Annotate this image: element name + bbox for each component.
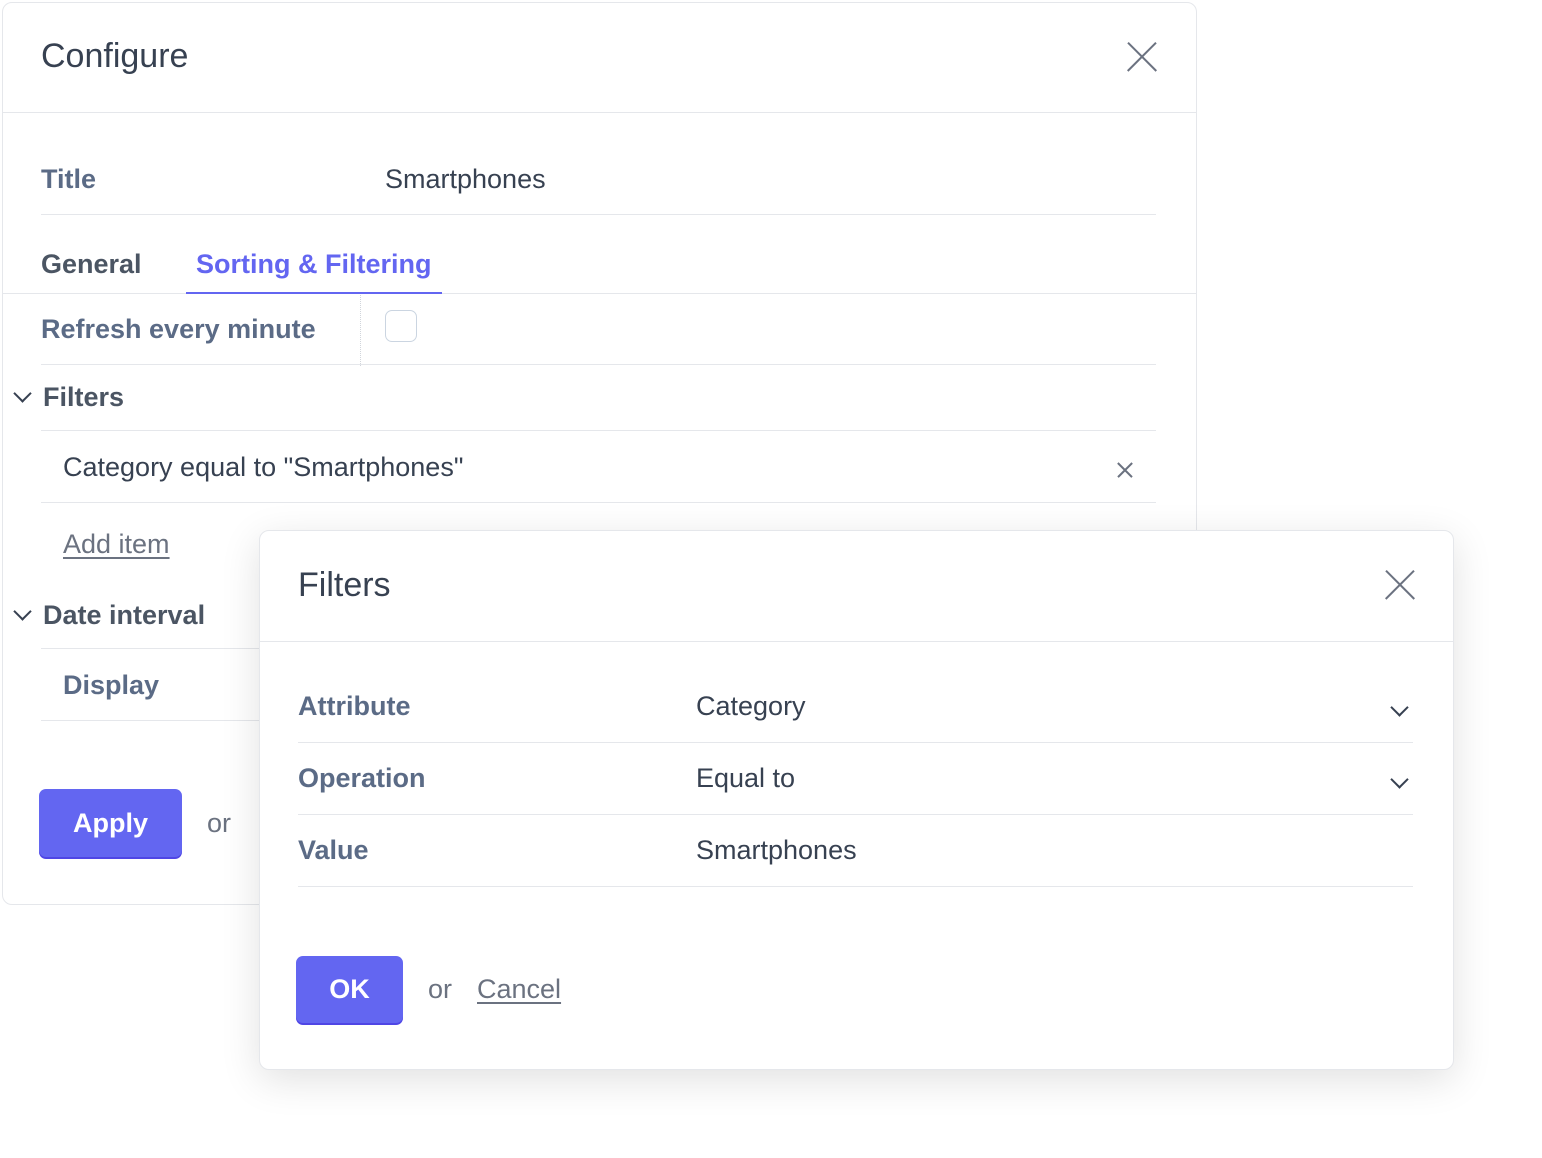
divider <box>41 364 1156 365</box>
chevron-down-icon <box>13 388 33 408</box>
chevron-down-icon[interactable] <box>1389 775 1409 795</box>
filters-dialog-header: Filters <box>260 531 1453 642</box>
date-interval-section-toggle[interactable]: Date interval <box>13 600 205 631</box>
divider <box>298 814 1413 815</box>
close-icon[interactable] <box>1383 568 1417 602</box>
divider <box>41 214 1156 215</box>
ok-button[interactable]: OK <box>296 956 403 1023</box>
date-interval-label: Date interval <box>43 600 206 630</box>
configure-title: Configure <box>41 37 189 75</box>
refresh-label: Refresh every minute <box>41 314 316 344</box>
filters-dialog: Filters Attribute Category Operation Equ… <box>259 530 1454 1070</box>
attribute-select[interactable]: Category <box>696 691 806 722</box>
add-item-link[interactable]: Add item <box>63 529 170 560</box>
refresh-checkbox[interactable] <box>385 310 417 342</box>
title-field-value[interactable]: Smartphones <box>385 164 546 195</box>
filters-section-label: Filters <box>43 382 125 412</box>
close-icon[interactable] <box>1125 40 1159 74</box>
operation-select[interactable]: Equal to <box>696 763 795 794</box>
divider <box>360 295 361 366</box>
filter-item[interactable]: Category equal to "Smartphones" <box>63 452 463 483</box>
tab-bar: General Sorting & Filtering <box>3 243 1196 294</box>
title-field-label: Title <box>41 164 97 194</box>
or-text: or <box>207 808 232 838</box>
display-label: Display <box>63 670 160 700</box>
configure-header: Configure <box>3 3 1196 113</box>
tab-general[interactable]: General <box>31 243 152 294</box>
filters-dialog-title: Filters <box>298 566 391 604</box>
chevron-down-icon <box>13 606 33 626</box>
chevron-down-icon[interactable] <box>1389 703 1409 723</box>
value-label: Value <box>298 835 369 865</box>
attribute-label: Attribute <box>298 691 411 721</box>
value-input[interactable]: Smartphones <box>696 835 857 866</box>
divider <box>298 742 1413 743</box>
divider <box>41 502 1156 503</box>
remove-filter-icon[interactable] <box>1116 461 1134 479</box>
operation-label: Operation <box>298 763 426 793</box>
apply-button[interactable]: Apply <box>39 789 182 857</box>
filters-section-toggle[interactable]: Filters <box>13 382 124 413</box>
divider <box>41 430 1156 431</box>
tab-sorting-filtering[interactable]: Sorting & Filtering <box>186 243 442 294</box>
or-text: or <box>428 974 453 1004</box>
cancel-link[interactable]: Cancel <box>477 974 561 1005</box>
divider <box>41 720 281 721</box>
divider <box>298 886 1413 887</box>
divider <box>41 648 281 649</box>
